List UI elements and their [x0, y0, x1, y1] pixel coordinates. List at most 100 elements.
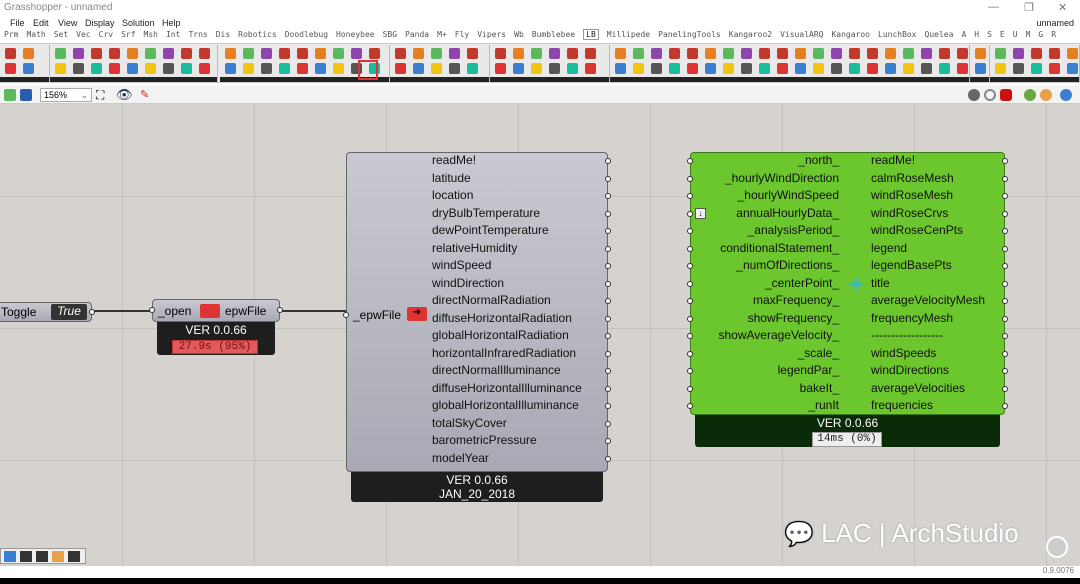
- component-icon[interactable]: [467, 63, 478, 74]
- component-icon[interactable]: [91, 48, 102, 59]
- preview-selected-icon[interactable]: [1000, 89, 1012, 101]
- component-icon[interactable]: [885, 48, 896, 59]
- port[interactable]: [605, 193, 611, 199]
- tab-doodlebug[interactable]: Doodlebug: [285, 30, 328, 39]
- save-file-icon[interactable]: [20, 89, 32, 101]
- menu-view[interactable]: View: [58, 18, 77, 28]
- component-icon[interactable]: [567, 63, 578, 74]
- component-icon[interactable]: [73, 63, 84, 74]
- tab-lunchbox[interactable]: LunchBox: [878, 30, 917, 39]
- import-epw-component[interactable]: _epwFile ➔ readMe! latitude location dryBul…: [343, 152, 611, 472]
- component-icon[interactable]: [333, 63, 344, 74]
- component-icon[interactable]: [163, 48, 174, 59]
- component-icon[interactable]: [495, 63, 506, 74]
- port[interactable]: [687, 158, 693, 164]
- tab-wb[interactable]: Wb: [514, 30, 524, 39]
- component-icon[interactable]: [867, 63, 878, 74]
- boolean-toggle[interactable]: Toggle True: [0, 302, 95, 322]
- close-button[interactable]: ✕: [1058, 1, 1067, 14]
- component-icon[interactable]: [1067, 48, 1078, 59]
- port[interactable]: [1002, 280, 1008, 287]
- component-icon[interactable]: [145, 63, 156, 74]
- preview-wire-icon[interactable]: [968, 89, 980, 101]
- component-icon[interactable]: [705, 63, 716, 74]
- component-icon[interactable]: [513, 63, 524, 74]
- component-icon[interactable]: [297, 48, 308, 59]
- component-icon[interactable]: [225, 63, 236, 74]
- widget-icon[interactable]: [4, 551, 16, 562]
- component-icon[interactable]: [413, 63, 424, 74]
- port[interactable]: [1002, 385, 1008, 392]
- port[interactable]: [605, 263, 611, 269]
- component-icon[interactable]: [199, 48, 210, 59]
- port[interactable]: [687, 228, 693, 234]
- component-icon[interactable]: [903, 48, 914, 59]
- zoom-extents-icon[interactable]: ⛶: [96, 88, 104, 103]
- port[interactable]: [1002, 175, 1008, 182]
- component-icon[interactable]: [1031, 63, 1042, 74]
- component-icon[interactable]: [957, 48, 968, 59]
- material-icon[interactable]: [1040, 89, 1052, 101]
- component-icon[interactable]: [975, 63, 986, 74]
- port[interactable]: [687, 263, 693, 269]
- input-port[interactable]: [343, 312, 349, 318]
- component-icon[interactable]: [127, 48, 138, 59]
- output-port[interactable]: [277, 307, 283, 313]
- component-icon[interactable]: [585, 48, 596, 59]
- component-icon[interactable]: [795, 48, 806, 59]
- component-icon[interactable]: [449, 48, 460, 59]
- port[interactable]: [1002, 315, 1008, 322]
- component-icon[interactable]: [369, 48, 380, 59]
- port[interactable]: [1002, 263, 1008, 269]
- tab-r[interactable]: R: [1051, 30, 1056, 39]
- port[interactable]: [687, 193, 693, 199]
- component-icon[interactable]: [795, 63, 806, 74]
- component-icon[interactable]: [5, 63, 16, 74]
- component-icon[interactable]: [777, 63, 788, 74]
- component-icon[interactable]: [181, 48, 192, 59]
- tab-srf[interactable]: Srf: [121, 30, 135, 39]
- component-icon[interactable]: [1067, 63, 1078, 74]
- component-icon[interactable]: [23, 48, 34, 59]
- widget-icon[interactable]: [68, 551, 80, 562]
- port[interactable]: [605, 245, 611, 252]
- tab-crv[interactable]: Crv: [99, 30, 113, 39]
- component-icon[interactable]: [549, 63, 560, 74]
- component-icon[interactable]: [243, 48, 254, 59]
- output-port[interactable]: [89, 309, 95, 315]
- port[interactable]: [1002, 298, 1008, 304]
- port[interactable]: [687, 210, 693, 217]
- component-icon[interactable]: [921, 63, 932, 74]
- port[interactable]: [687, 368, 693, 374]
- component-icon[interactable]: [813, 63, 824, 74]
- tab-kangaroo[interactable]: Kangaroo: [831, 30, 870, 39]
- component-icon[interactable]: [687, 63, 698, 74]
- component-icon[interactable]: [163, 63, 174, 74]
- component-icon[interactable]: [55, 63, 66, 74]
- port[interactable]: [1002, 158, 1008, 164]
- tab-e[interactable]: E: [1000, 30, 1005, 39]
- port[interactable]: [605, 280, 611, 287]
- component-icon[interactable]: [395, 48, 406, 59]
- component-icon[interactable]: [669, 48, 680, 59]
- port[interactable]: [687, 403, 693, 409]
- port[interactable]: [1002, 403, 1008, 409]
- port[interactable]: [1002, 228, 1008, 234]
- port[interactable]: [605, 333, 611, 339]
- component-icon[interactable]: [1031, 48, 1042, 59]
- component-icon[interactable]: [1013, 48, 1024, 59]
- component-icon[interactable]: [849, 48, 860, 59]
- widget-icon[interactable]: [20, 551, 32, 562]
- port[interactable]: [605, 350, 611, 357]
- component-icon[interactable]: [395, 63, 406, 74]
- tab-sbg[interactable]: SBG: [383, 30, 397, 39]
- wind-rose-tool-highlight[interactable]: [358, 60, 378, 80]
- component-icon[interactable]: [181, 63, 192, 74]
- component-icon[interactable]: [995, 63, 1006, 74]
- component-icon[interactable]: [849, 63, 860, 74]
- component-icon[interactable]: [449, 63, 460, 74]
- tab-millipede[interactable]: Millipede: [607, 30, 650, 39]
- component-icon[interactable]: [777, 48, 788, 59]
- component-icon[interactable]: [957, 63, 968, 74]
- component-icon[interactable]: [615, 63, 626, 74]
